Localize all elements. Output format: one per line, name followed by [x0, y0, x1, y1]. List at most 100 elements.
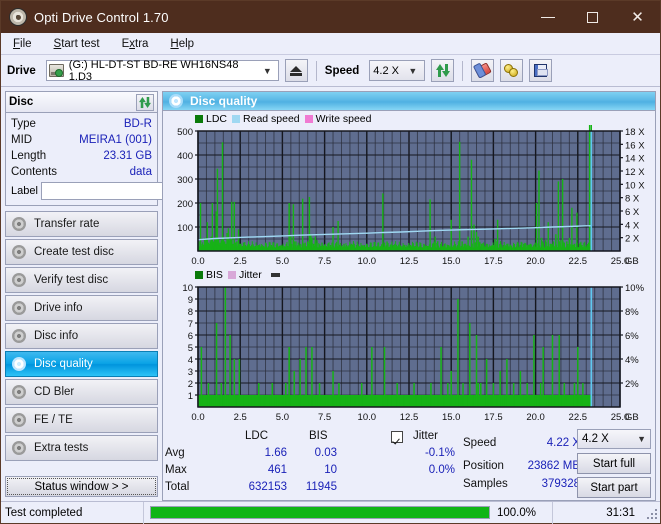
maximize-button[interactable]: [570, 1, 615, 33]
close-button[interactable]: ✕: [615, 1, 660, 33]
disc-row-length: Length 23.31 GB: [11, 148, 152, 164]
test-speed-value: 4.2 X: [582, 433, 609, 445]
svg-text:6: 6: [188, 331, 193, 342]
stats-samples-value: 379328: [510, 478, 580, 490]
svg-text:2%: 2%: [625, 379, 639, 390]
svg-text:20.0: 20.0: [526, 412, 545, 423]
disc-icon: [12, 329, 27, 343]
stats-panel: LDC BIS Jitter Avg 1.66 0.03 -0.1% Max 4…: [163, 428, 655, 500]
minimize-button[interactable]: [525, 1, 570, 33]
refresh-button[interactable]: [431, 59, 454, 82]
disc-refresh-button[interactable]: [136, 94, 154, 111]
nav-label: FE / TE: [34, 414, 73, 426]
disc-icon: [169, 94, 184, 108]
resize-grip-icon[interactable]: [645, 507, 657, 519]
start-part-button[interactable]: Start part: [577, 477, 651, 498]
svg-text:17.5: 17.5: [484, 256, 503, 267]
disc-value-contents: data: [130, 166, 152, 178]
erase-button[interactable]: [471, 59, 494, 82]
disc-value-mid: MEIRA1 (001): [79, 134, 152, 146]
nav-transfer-rate[interactable]: Transfer rate: [5, 211, 158, 237]
eject-button[interactable]: [285, 59, 308, 82]
eject-icon: [290, 66, 302, 76]
content-panel: Disc quality LDC Read speed Write speed …: [162, 91, 656, 501]
svg-text:2 X: 2 X: [625, 234, 640, 245]
svg-text:400: 400: [177, 151, 193, 162]
nav-disc-info[interactable]: Disc info: [5, 323, 158, 349]
legend-bis-label: BIS: [206, 269, 223, 281]
sidebar-spacer: [5, 461, 158, 476]
nav-create-test-disc[interactable]: Create test disc: [5, 239, 158, 265]
toolbar-divider-1: [316, 61, 317, 81]
menu-start-test[interactable]: Start test: [50, 36, 104, 52]
jitter-checkbox[interactable]: [391, 431, 403, 443]
save-icon: [534, 64, 547, 77]
main-body: Disc Type BD-R MID MEIRA1 (001) Length 2…: [1, 87, 660, 501]
nav-verify-test-disc[interactable]: Verify test disc: [5, 267, 158, 293]
menu-extra[interactable]: Extra: [118, 36, 153, 52]
svg-text:1: 1: [188, 391, 193, 402]
title-bar: Opti Drive Control 1.70 ✕: [1, 1, 660, 33]
svg-text:5.0: 5.0: [276, 256, 289, 267]
disc-value-type: BD-R: [124, 118, 152, 130]
disc-key-contents: Contents: [11, 166, 57, 178]
disc-icon: [12, 301, 27, 315]
nav-drive-info[interactable]: Drive info: [5, 295, 158, 321]
stats-row-avg-label: Avg: [165, 447, 185, 459]
stats-grid: LDC BIS Jitter Avg 1.66 0.03 -0.1% Max 4…: [163, 428, 655, 500]
svg-text:16 X: 16 X: [625, 140, 645, 151]
disc-icon: [12, 385, 27, 399]
stats-row-total-label: Total: [165, 481, 189, 493]
test-speed-select[interactable]: 4.2 X ▼: [577, 429, 651, 449]
progress-percent: 100.0%: [490, 507, 546, 519]
legend-write-speed: Write speed: [305, 113, 372, 125]
maximize-icon: [587, 12, 598, 23]
menu-bar: File Start test Extra Help: [1, 33, 660, 55]
svg-text:GB: GB: [625, 412, 639, 423]
content-header: Disc quality: [163, 92, 655, 111]
nav-fe-te[interactable]: FE / TE: [5, 407, 158, 433]
svg-text:9: 9: [188, 295, 193, 306]
svg-text:7: 7: [188, 319, 193, 330]
drive-label: Drive: [7, 65, 36, 77]
ldc-legend: LDC Read speed Write speed: [165, 112, 653, 125]
stats-position-value: 23862 MB: [510, 460, 580, 472]
start-full-button[interactable]: Start full: [577, 453, 651, 474]
jitter-marker-icon: [271, 273, 280, 277]
nav-disc-quality[interactable]: Disc quality: [5, 351, 158, 377]
bis-plot[interactable]: 123456789102%4%6%8%10%0.02.55.07.510.012…: [165, 281, 653, 424]
speed-select-value: 4.2 X: [373, 65, 399, 77]
legend-ldc-label: LDC: [206, 113, 227, 125]
chevron-down-icon: ▼: [263, 66, 272, 76]
svg-text:100: 100: [177, 223, 193, 234]
stats-avg-bis: 0.03: [303, 447, 337, 459]
stats-avg-ldc: 1.66: [245, 447, 287, 459]
ldc-chart-block: LDC Read speed Write speed 1002003004005…: [165, 112, 653, 268]
legend-jitter-label: Jitter: [239, 269, 262, 281]
nav-label: Create test disc: [34, 246, 114, 258]
drive-select[interactable]: (G:) HL-DT-ST BD-RE WH16NS48 1.D3 ▼: [46, 60, 279, 81]
svg-text:0.0: 0.0: [191, 256, 204, 267]
status-window-button[interactable]: Status window > >: [5, 476, 158, 497]
menu-help[interactable]: Help: [166, 36, 198, 52]
disc-icon: [12, 357, 27, 371]
status-message: Test completed: [1, 507, 143, 519]
svg-text:22.5: 22.5: [569, 256, 588, 267]
close-icon: ✕: [631, 10, 644, 25]
svg-text:15.0: 15.0: [442, 412, 461, 423]
nav-extra-tests[interactable]: Extra tests: [5, 435, 158, 461]
menu-extra-rest: tra: [135, 38, 148, 50]
svg-text:8: 8: [188, 307, 193, 318]
save-button[interactable]: [529, 59, 552, 82]
svg-text:300: 300: [177, 175, 193, 186]
nav-cd-bler[interactable]: CD Bler: [5, 379, 158, 405]
disc-label-row: Label: [11, 182, 152, 200]
speed-select[interactable]: 4.2 X ▼: [369, 60, 425, 81]
ldc-plot[interactable]: 1002003004005002 X4 X6 X8 X10 X12 X14 X1…: [165, 125, 653, 268]
stats-total-ldc: 632153: [231, 481, 287, 493]
bookmarks-button[interactable]: [500, 59, 523, 82]
menu-file[interactable]: File: [9, 36, 36, 52]
legend-ldc: LDC: [195, 113, 227, 125]
menu-file-rest: ile: [20, 38, 32, 50]
progress-bar: [150, 506, 490, 519]
